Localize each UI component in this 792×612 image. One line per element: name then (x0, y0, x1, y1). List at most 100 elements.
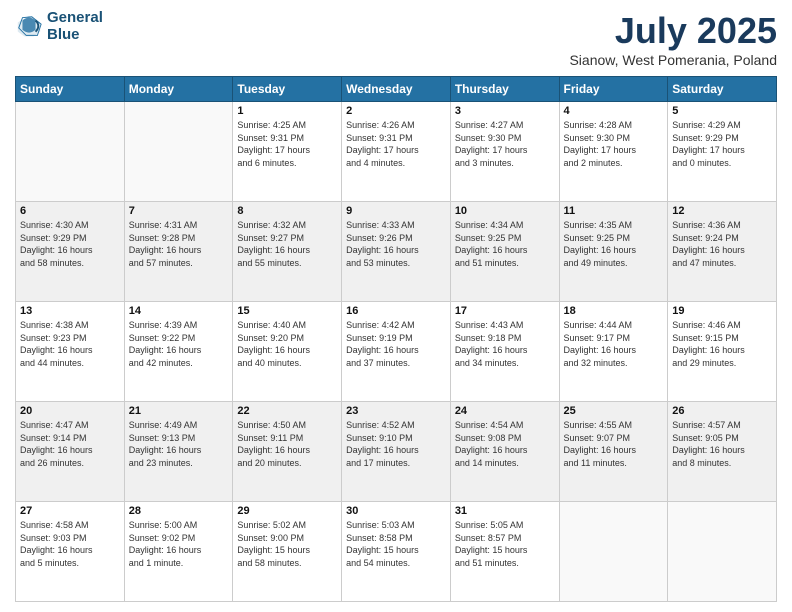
day-info: Sunrise: 4:49 AM Sunset: 9:13 PM Dayligh… (129, 419, 229, 469)
day-info: Sunrise: 5:05 AM Sunset: 8:57 PM Dayligh… (455, 519, 555, 569)
table-row: 25 Sunrise: 4:55 AM Sunset: 9:07 PM Dayli… (559, 402, 668, 502)
day-info: Sunrise: 4:52 AM Sunset: 9:10 PM Dayligh… (346, 419, 446, 469)
day-info: Sunrise: 5:03 AM Sunset: 8:58 PM Dayligh… (346, 519, 446, 569)
day-number: 31 (455, 505, 555, 517)
day-info: Sunrise: 4:47 AM Sunset: 9:14 PM Dayligh… (20, 419, 120, 469)
day-number: 15 (237, 305, 337, 317)
day-number: 7 (129, 205, 229, 217)
table-row: 22Sunrise: 4:50 AM Sunset: 9:11 PM Dayli… (233, 402, 342, 502)
day-info: Sunrise: 4:26 AM Sunset: 9:31 PM Dayligh… (346, 119, 446, 169)
day-number: 22 (237, 405, 337, 417)
logo-text: General Blue (47, 10, 103, 43)
table-row: 13 Sunrise: 4:38 AM Sunset: 9:23 PM Dayli… (16, 302, 125, 402)
table-row: 5 Sunrise: 4:29 AM Sunset: 9:29 PM Daylig… (668, 102, 777, 202)
calendar-week-row: 6Sunrise: 4:30 AM Sunset: 9:29 PM Daylig… (16, 202, 777, 302)
table-row: 16 Sunrise: 4:42 AM Sunset: 9:19 PM Dayli… (342, 302, 451, 402)
day-info: Sunrise: 4:57 AM Sunset: 9:05 PM Dayligh… (672, 419, 772, 469)
day-info: Sunrise: 4:29 AM Sunset: 9:29 PM Dayligh… (672, 119, 772, 169)
day-number: 21 (129, 405, 229, 417)
day-number: 2 (346, 105, 446, 117)
day-info: Sunrise: 4:55 AM Sunset: 9:07 PM Dayligh… (564, 419, 664, 469)
day-info: Sunrise: 4:43 AM Sunset: 9:18 PM Dayligh… (455, 319, 555, 369)
table-row: 12 Sunrise: 4:36 AM Sunset: 9:24 PM Dayli… (668, 202, 777, 302)
col-saturday: Saturday (668, 77, 777, 102)
day-number: 24 (455, 405, 555, 417)
day-number: 28 (129, 505, 229, 517)
table-row (16, 102, 125, 202)
day-number: 16 (346, 305, 446, 317)
month-title: July 2025 (569, 10, 777, 52)
day-number: 4 (564, 105, 664, 117)
day-number: 5 (672, 105, 772, 117)
calendar-week-row: 1 Sunrise: 4:25 AM Sunset: 9:31 PM Daylig… (16, 102, 777, 202)
day-number: 6 (20, 205, 120, 217)
title-block: July 2025 Sianow, West Pomerania, Poland (569, 10, 777, 68)
calendar-week-row: 27 Sunrise: 4:58 AM Sunset: 9:03 PM Dayli… (16, 502, 777, 602)
col-tuesday: Tuesday (233, 77, 342, 102)
day-number: 1 (237, 105, 337, 117)
col-friday: Friday (559, 77, 668, 102)
table-row: 3 Sunrise: 4:27 AM Sunset: 9:30 PM Daylig… (450, 102, 559, 202)
table-row: 28 Sunrise: 5:00 AM Sunset: 9:02 PM Dayli… (124, 502, 233, 602)
day-info: Sunrise: 4:44 AM Sunset: 9:17 PM Dayligh… (564, 319, 664, 369)
table-row: 19Sunrise: 4:46 AM Sunset: 9:15 PM Dayli… (668, 302, 777, 402)
day-info: Sunrise: 4:32 AM Sunset: 9:27 PM Dayligh… (237, 219, 337, 269)
page: General Blue July 2025 Sianow, West Pome… (0, 0, 792, 612)
day-info: Sunrise: 4:40 AM Sunset: 9:20 PM Dayligh… (237, 319, 337, 369)
day-number: 23 (346, 405, 446, 417)
day-number: 13 (20, 305, 120, 317)
day-info: Sunrise: 4:25 AM Sunset: 9:31 PM Dayligh… (237, 119, 337, 169)
table-row (668, 502, 777, 602)
day-number: 8 (237, 205, 337, 217)
table-row: 15 Sunrise: 4:40 AM Sunset: 9:20 PM Dayli… (233, 302, 342, 402)
day-info: Sunrise: 4:58 AM Sunset: 9:03 PM Dayligh… (20, 519, 120, 569)
day-number: 3 (455, 105, 555, 117)
table-row: 26 Sunrise: 4:57 AM Sunset: 9:05 PM Dayli… (668, 402, 777, 502)
day-number: 25 (564, 405, 664, 417)
day-info: Sunrise: 4:31 AM Sunset: 9:28 PM Dayligh… (129, 219, 229, 269)
day-info: Sunrise: 4:34 AM Sunset: 9:25 PM Dayligh… (455, 219, 555, 269)
day-info: Sunrise: 4:38 AM Sunset: 9:23 PM Dayligh… (20, 319, 120, 369)
day-info: Sunrise: 4:28 AM Sunset: 9:30 PM Dayligh… (564, 119, 664, 169)
day-info: Sunrise: 4:33 AM Sunset: 9:26 PM Dayligh… (346, 219, 446, 269)
day-number: 12 (672, 205, 772, 217)
day-info: Sunrise: 5:00 AM Sunset: 9:02 PM Dayligh… (129, 519, 229, 569)
table-row: 6Sunrise: 4:30 AM Sunset: 9:29 PM Daylig… (16, 202, 125, 302)
day-number: 11 (564, 205, 664, 217)
table-row: 29 Sunrise: 5:02 AM Sunset: 9:00 PM Dayli… (233, 502, 342, 602)
table-row: 23 Sunrise: 4:52 AM Sunset: 9:10 PM Dayli… (342, 402, 451, 502)
day-info: Sunrise: 4:27 AM Sunset: 9:30 PM Dayligh… (455, 119, 555, 169)
table-row: 4 Sunrise: 4:28 AM Sunset: 9:30 PM Daylig… (559, 102, 668, 202)
day-number: 29 (237, 505, 337, 517)
table-row (559, 502, 668, 602)
day-number: 26 (672, 405, 772, 417)
day-info: Sunrise: 4:36 AM Sunset: 9:24 PM Dayligh… (672, 219, 772, 269)
day-number: 30 (346, 505, 446, 517)
table-row: 27 Sunrise: 4:58 AM Sunset: 9:03 PM Dayli… (16, 502, 125, 602)
day-number: 17 (455, 305, 555, 317)
table-row: 17 Sunrise: 4:43 AM Sunset: 9:18 PM Dayli… (450, 302, 559, 402)
day-number: 14 (129, 305, 229, 317)
header: General Blue July 2025 Sianow, West Pome… (15, 10, 777, 68)
col-wednesday: Wednesday (342, 77, 451, 102)
col-sunday: Sunday (16, 77, 125, 102)
calendar-header-row: Sunday Monday Tuesday Wednesday Thursday… (16, 77, 777, 102)
day-info: Sunrise: 4:35 AM Sunset: 9:25 PM Dayligh… (564, 219, 664, 269)
day-number: 9 (346, 205, 446, 217)
day-info: Sunrise: 4:54 AM Sunset: 9:08 PM Dayligh… (455, 419, 555, 469)
table-row: 30 Sunrise: 5:03 AM Sunset: 8:58 PM Dayli… (342, 502, 451, 602)
location-subtitle: Sianow, West Pomerania, Poland (569, 52, 777, 68)
logo-line2: Blue (47, 27, 103, 44)
table-row: 11 Sunrise: 4:35 AM Sunset: 9:25 PM Dayli… (559, 202, 668, 302)
day-number: 10 (455, 205, 555, 217)
day-info: Sunrise: 4:42 AM Sunset: 9:19 PM Dayligh… (346, 319, 446, 369)
day-number: 18 (564, 305, 664, 317)
calendar-week-row: 20 Sunrise: 4:47 AM Sunset: 9:14 PM Dayli… (16, 402, 777, 502)
day-number: 27 (20, 505, 120, 517)
table-row: 7 Sunrise: 4:31 AM Sunset: 9:28 PM Daylig… (124, 202, 233, 302)
calendar-week-row: 13 Sunrise: 4:38 AM Sunset: 9:23 PM Dayli… (16, 302, 777, 402)
day-number: 20 (20, 405, 120, 417)
col-monday: Monday (124, 77, 233, 102)
day-info: Sunrise: 5:02 AM Sunset: 9:00 PM Dayligh… (237, 519, 337, 569)
table-row: 20 Sunrise: 4:47 AM Sunset: 9:14 PM Dayli… (16, 402, 125, 502)
